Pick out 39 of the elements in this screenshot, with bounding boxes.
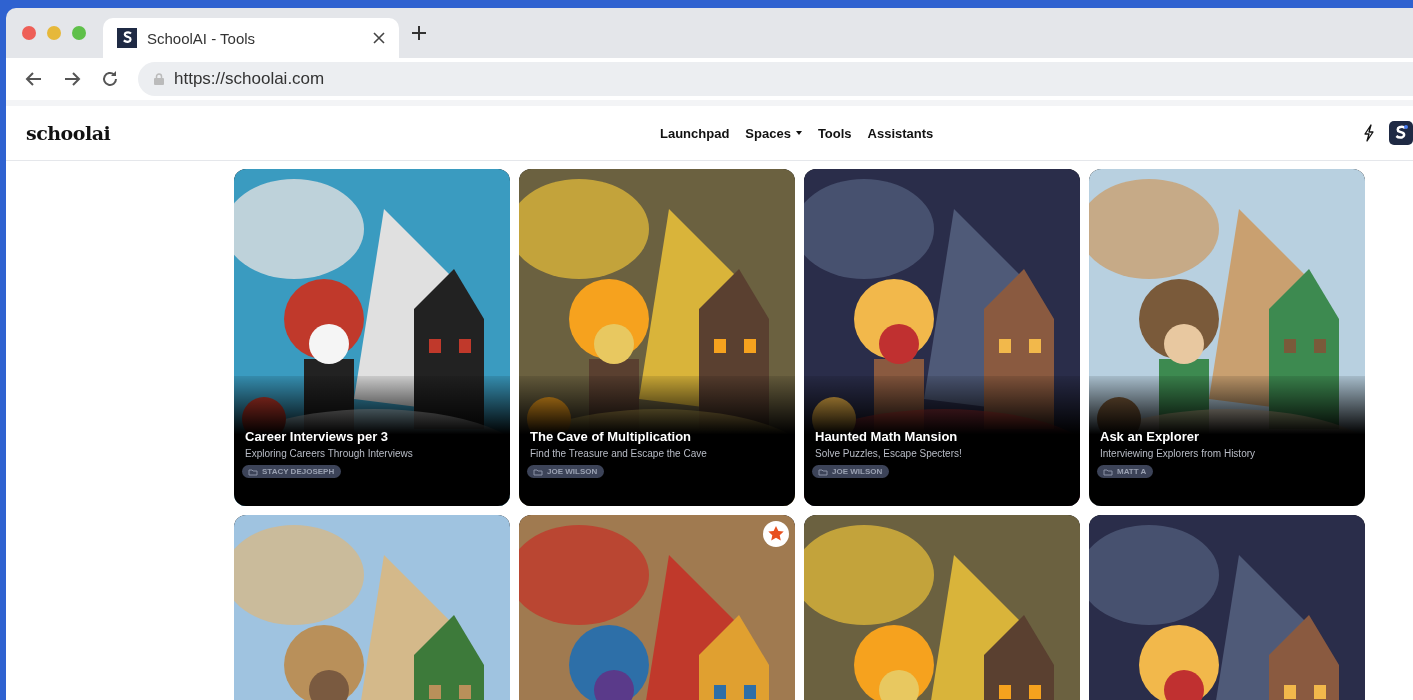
close-tab-icon[interactable] [373, 32, 385, 44]
favicon-icon [117, 28, 137, 48]
card-subtitle: Solve Puzzles, Escape Specters! [815, 448, 962, 459]
maximize-window-dot[interactable] [72, 26, 86, 40]
card-title: Career Interviews per 3 [245, 429, 389, 444]
nav-link[interactable]: Spaces [745, 125, 791, 141]
author-tag: STACY DEJOSEPH [242, 465, 342, 478]
tool-card[interactable]: Career Interviews per 3 Exploring Careers Through Interviews STACY DEJOSEPH [234, 169, 510, 506]
close-window-dot[interactable] [22, 26, 36, 40]
card-title: Haunted Math Mansion [815, 429, 958, 444]
author-tag: JOE WILSON [812, 465, 890, 478]
tab-title: SchoolAI - Tools [147, 29, 257, 47]
address-bar[interactable]: https://schoolai.com [138, 62, 1413, 96]
nav-link[interactable]: Launchpad [660, 125, 730, 141]
app-logo-icon[interactable] [1389, 121, 1413, 145]
lock-icon [154, 73, 164, 85]
author-tag: JOE WILSON [527, 465, 605, 478]
author-tag: MATT A [1097, 465, 1154, 478]
folder-icon [1103, 467, 1113, 476]
card-subtitle: Interviewing Explorers from History [1100, 448, 1256, 459]
tool-card[interactable]: The Cave of Multiplication Find the Treasure and Escape the Cave JOE WILSON [519, 169, 795, 506]
caret-icon[interactable] [795, 131, 802, 135]
new-tab-icon[interactable] [411, 25, 427, 41]
card-title: Ask an Explorer [1100, 429, 1199, 444]
folder-icon [818, 467, 828, 476]
tool-card[interactable]: Haunted Math Mansion Solve Puzzles, Escape Specters! JOE WILSON [804, 169, 1080, 506]
nav-link[interactable]: Assistants [867, 125, 934, 141]
minimize-window-dot[interactable] [47, 26, 61, 40]
browser-tab[interactable]: SchoolAI - Tools [103, 18, 399, 58]
reload-icon[interactable] [100, 69, 120, 89]
card-subtitle: Exploring Careers Through Interviews [245, 448, 413, 459]
card-subtitle: Find the Treasure and Escape the Cave [530, 448, 707, 459]
folder-icon [248, 467, 258, 476]
logo[interactable]: schoolai [26, 122, 111, 144]
card-title: The Cave of Multiplication [530, 429, 692, 444]
tool-card[interactable]: Ask an Explorer Interviewing Explorers from History MATT A [1089, 169, 1365, 506]
nav-link[interactable]: Tools [817, 125, 852, 141]
lightning-icon[interactable] [1363, 124, 1375, 142]
folder-icon [533, 467, 543, 476]
